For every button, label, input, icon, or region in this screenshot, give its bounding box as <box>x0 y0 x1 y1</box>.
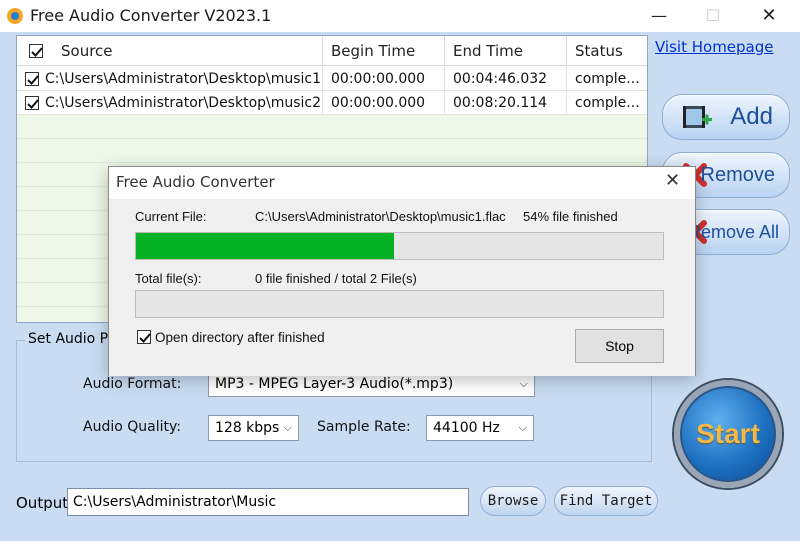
output-label: Output <box>16 494 69 512</box>
chevron-down-icon: ⌵ <box>283 421 292 434</box>
row-begin-time: 00:00:00.000 <box>323 67 445 91</box>
checkmark-icon <box>139 333 151 343</box>
column-header-end-time[interactable]: End Time <box>445 36 567 66</box>
row-status: comple... <box>575 71 640 87</box>
window-title: Free Audio Converter V2023.1 <box>30 6 272 25</box>
checkmark-icon <box>27 75 39 85</box>
remove-all-button-label: Remove All <box>687 222 779 242</box>
audio-quality-select[interactable]: 128 kbps ⌵ <box>208 415 299 441</box>
sample-rate-label: Sample Rate: <box>317 419 411 435</box>
find-target-button[interactable]: Find Target <box>554 486 658 516</box>
row-source: C:\Users\Administrator\Desktop\music1... <box>45 67 323 91</box>
audio-quality-value: 128 kbps <box>215 420 280 436</box>
output-path-input[interactable]: C:\Users\Administrator\Music <box>67 488 469 516</box>
audio-quality-label: Audio Quality: <box>83 419 181 435</box>
current-file-percent: 54% file finished <box>523 209 618 224</box>
row-status: comple... <box>575 95 640 111</box>
current-file-progress-bar <box>135 232 664 260</box>
column-header-begin-time[interactable]: Begin Time <box>323 36 445 66</box>
column-begin-label: Begin Time <box>331 42 416 60</box>
add-file-icon <box>681 103 713 137</box>
column-header-status[interactable]: Status <box>567 36 647 66</box>
title-bar: Free Audio Converter V2023.1 — ☐ ✕ <box>0 0 800 32</box>
app-icon <box>6 7 24 25</box>
total-files-progress-bar <box>135 290 664 318</box>
start-button[interactable]: Start <box>674 380 782 488</box>
select-all-checkbox[interactable] <box>29 44 43 58</box>
total-files-label: Total file(s): <box>135 271 202 286</box>
group-title: Set Audio Pa <box>25 331 120 347</box>
remove-button-label: Remove <box>700 164 775 186</box>
add-button[interactable]: Add <box>662 94 790 140</box>
add-button-label: Add <box>730 103 773 130</box>
sample-rate-value: 44100 Hz <box>433 420 500 436</box>
row-source: C:\Users\Administrator\Desktop\music2... <box>45 91 323 115</box>
row-end-time: 00:04:46.032 <box>445 67 567 91</box>
column-source-label: Source <box>61 42 113 60</box>
progress-dialog: Free Audio Converter ✕ Current File: C:\… <box>108 166 696 376</box>
minimize-button[interactable]: — <box>636 4 682 28</box>
close-button[interactable]: ✕ <box>746 4 792 28</box>
chevron-down-icon: ⌵ <box>518 421 527 434</box>
column-end-label: End Time <box>453 42 523 60</box>
stop-button[interactable]: Stop <box>575 329 664 363</box>
column-header-source[interactable]: Source <box>17 36 323 66</box>
current-file-label: Current File: <box>135 209 207 224</box>
audio-format-label: Audio Format: <box>83 376 182 392</box>
sample-rate-select[interactable]: 44100 Hz ⌵ <box>426 415 534 441</box>
table-row[interactable]: C:\Users\Administrator\Desktop\music2...… <box>17 91 647 115</box>
file-list-header: Source Begin Time End Time Status <box>17 36 647 66</box>
open-directory-label[interactable]: Open directory after finished <box>155 330 325 345</box>
row-begin-time: 00:00:00.000 <box>323 91 445 115</box>
open-directory-checkbox[interactable] <box>137 330 151 344</box>
checkmark-icon <box>27 99 39 109</box>
audio-format-value: MP3 - MPEG Layer-3 Audio(*.mp3) <box>215 376 454 392</box>
checkmark-icon <box>31 47 43 57</box>
dialog-close-button[interactable]: ✕ <box>665 170 680 191</box>
maximize-button[interactable]: ☐ <box>690 4 736 28</box>
column-status-label: Status <box>575 42 623 60</box>
row-end-time: 00:08:20.114 <box>445 91 567 115</box>
table-row[interactable]: C:\Users\Administrator\Desktop\music1...… <box>17 67 647 91</box>
current-file-progress-fill <box>136 233 395 259</box>
row-checkbox[interactable] <box>25 72 39 86</box>
browse-button[interactable]: Browse <box>480 486 546 516</box>
dialog-title: Free Audio Converter <box>116 173 275 191</box>
row-checkbox[interactable] <box>25 96 39 110</box>
visit-homepage-link[interactable]: Visit Homepage <box>655 38 774 56</box>
current-file-path: C:\Users\Administrator\Desktop\music1.fl… <box>255 209 506 224</box>
total-files-status: 0 file finished / total 2 File(s) <box>255 271 417 286</box>
dialog-body: Current File: C:\Users\Administrator\Des… <box>109 199 695 376</box>
start-button-label: Start <box>696 418 760 449</box>
